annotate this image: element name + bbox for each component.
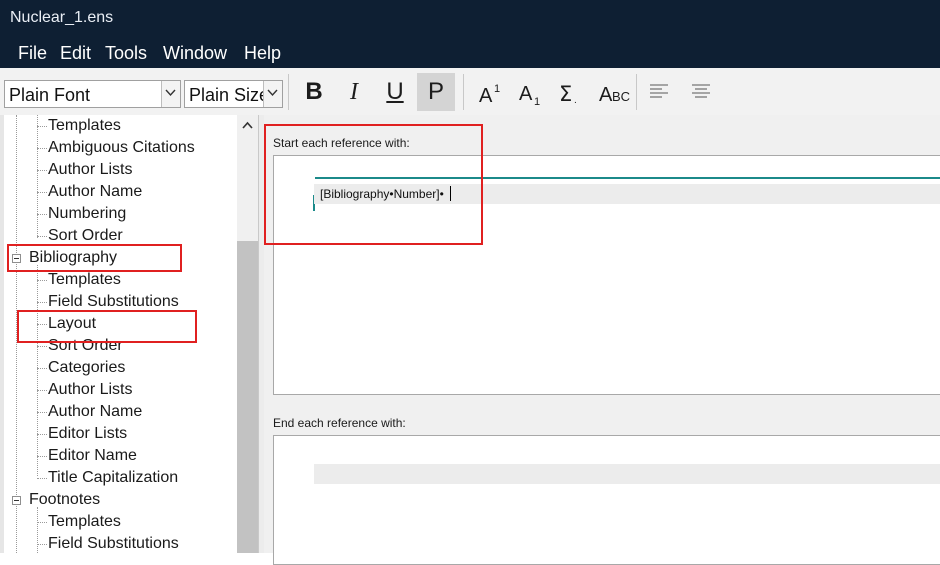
tree-guide xyxy=(37,302,47,303)
svg-text:1: 1 xyxy=(494,83,500,95)
highlight-box-layout xyxy=(17,310,197,343)
tree-guide xyxy=(37,390,47,391)
scrollbar-thumb[interactable] xyxy=(237,241,258,553)
svg-text:A: A xyxy=(479,85,493,104)
title-bar: Nuclear_1.ens xyxy=(0,0,940,40)
menu-bar: File Edit Tools Window Help xyxy=(0,40,940,68)
svg-text:.: . xyxy=(574,95,577,104)
tree-guide xyxy=(37,115,38,238)
tree-guide xyxy=(37,478,47,479)
tree-guide xyxy=(37,412,47,413)
tree-item-bib-editor-lists[interactable]: Editor Lists xyxy=(48,425,127,443)
end-edit-line[interactable] xyxy=(314,464,940,484)
tree-guide xyxy=(37,346,47,347)
tree-item-bib-author-lists[interactable]: Author Lists xyxy=(48,381,132,399)
align-left-icon[interactable] xyxy=(640,73,678,111)
menu-file[interactable]: File xyxy=(18,43,47,64)
tree-guide xyxy=(37,456,47,457)
tree-item-bib-title-capitalization[interactable]: Title Capitalization xyxy=(48,469,178,487)
tree-guide xyxy=(37,265,38,476)
tree-item-bib-field-substitutions[interactable]: Field Substitutions xyxy=(48,293,179,311)
tree-guide xyxy=(37,507,38,553)
end-section-label: End each reference with: xyxy=(273,416,406,430)
tree-guide xyxy=(37,192,47,193)
svg-text:Σ: Σ xyxy=(559,82,572,104)
tree-item-fn-field-substitutions[interactable]: Field Substitutions xyxy=(48,535,179,553)
svg-text:1: 1 xyxy=(534,96,540,106)
tree-item-bib-editor-name[interactable]: Editor Name xyxy=(48,447,137,465)
size-select[interactable]: Plain Size xyxy=(184,80,283,108)
tree-item-author-name[interactable]: Author Name xyxy=(48,183,142,201)
end-reference-editor[interactable] xyxy=(273,435,940,565)
tree-guide xyxy=(37,214,47,215)
align-center-icon[interactable] xyxy=(682,73,720,111)
tree-guide xyxy=(37,236,47,237)
toolbar-divider xyxy=(636,74,637,110)
symbol-icon[interactable]: Σ. xyxy=(550,73,588,111)
italic-button[interactable]: I xyxy=(335,73,373,111)
chevron-down-icon[interactable] xyxy=(263,81,282,107)
tree-item-author-lists[interactable]: Author Lists xyxy=(48,161,132,179)
svg-text:A: A xyxy=(599,84,613,104)
chevron-down-icon[interactable] xyxy=(161,81,180,107)
tree-item-fn-templates[interactable]: Templates xyxy=(48,513,121,531)
tree-guide xyxy=(37,148,47,149)
plain-button[interactable]: P xyxy=(417,73,455,111)
tree-guide xyxy=(37,280,47,281)
superscript-icon[interactable]: A1 xyxy=(470,73,508,111)
tree-scrollbar[interactable] xyxy=(237,115,258,553)
bold-button[interactable]: B xyxy=(295,73,333,111)
collapse-icon[interactable] xyxy=(12,496,21,505)
menu-tools[interactable]: Tools xyxy=(105,43,147,64)
highlight-box-bibliography xyxy=(7,244,182,272)
menu-window[interactable]: Window xyxy=(163,43,227,64)
menu-help[interactable]: Help xyxy=(244,43,281,64)
tree-left-border xyxy=(0,115,4,553)
tree-guide xyxy=(37,170,47,171)
subscript-icon[interactable]: A1 xyxy=(510,73,548,111)
svg-text:A: A xyxy=(519,83,533,105)
tree-item-footnotes[interactable]: Footnotes xyxy=(29,491,100,509)
menu-edit[interactable]: Edit xyxy=(60,43,91,64)
tree-guide xyxy=(37,368,47,369)
font-select[interactable]: Plain Font xyxy=(4,80,181,108)
size-select-value: Plain Size xyxy=(189,85,270,105)
format-toolbar: Plain Font Plain Size B I U P A1 A1 Σ. A… xyxy=(0,68,940,116)
underline-button[interactable]: U xyxy=(376,73,414,111)
toolbar-divider xyxy=(463,74,464,110)
tree-item-templates[interactable]: Templates xyxy=(48,117,121,135)
tree-guide xyxy=(37,126,47,127)
tree-guide xyxy=(37,544,47,545)
tree-item-bib-templates[interactable]: Templates xyxy=(48,271,121,289)
tree-item-ambiguous-citations[interactable]: Ambiguous Citations xyxy=(48,139,195,157)
tree-guide xyxy=(37,434,47,435)
font-select-value: Plain Font xyxy=(9,85,91,105)
tree-item-bib-categories[interactable]: Categories xyxy=(48,359,125,377)
small-caps-icon[interactable]: A BC xyxy=(590,73,632,111)
tree-item-sort-order[interactable]: Sort Order xyxy=(48,227,123,245)
tree-item-numbering[interactable]: Numbering xyxy=(48,205,126,223)
toolbar-divider xyxy=(288,74,289,110)
svg-text:BC: BC xyxy=(612,89,630,104)
chevron-up-icon[interactable] xyxy=(237,115,258,135)
tree-item-bib-author-name[interactable]: Author Name xyxy=(48,403,142,421)
window-title: Nuclear_1.ens xyxy=(10,9,114,26)
tree-guide xyxy=(37,522,47,523)
highlight-box-start-editor xyxy=(264,124,483,245)
